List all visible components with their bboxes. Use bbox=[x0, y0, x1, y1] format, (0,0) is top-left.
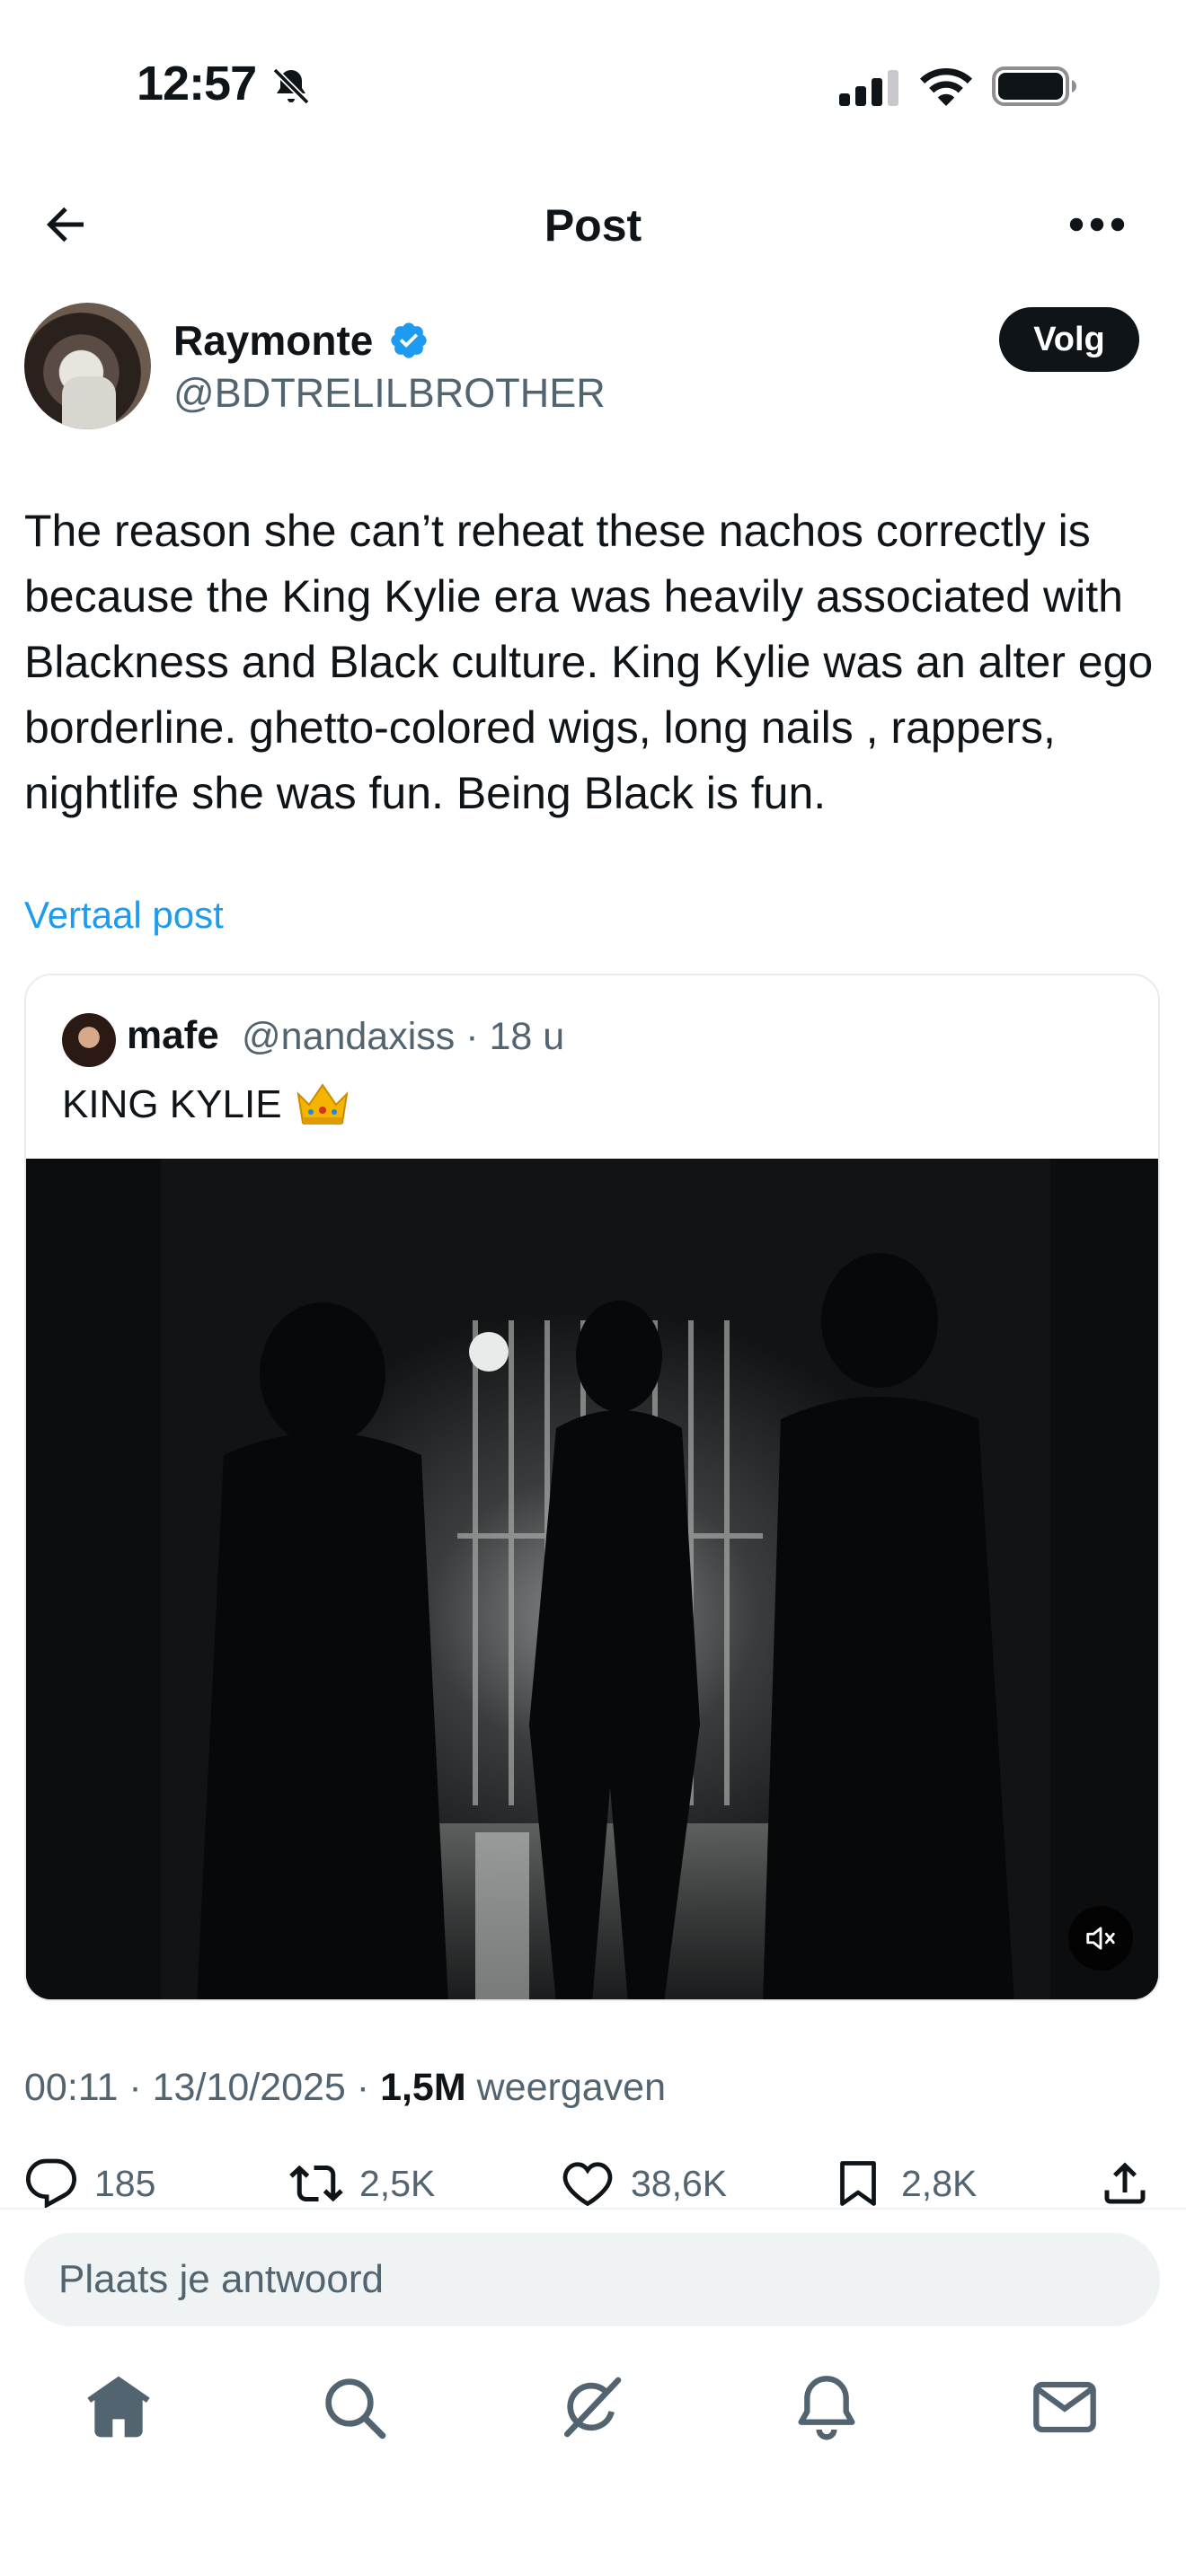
heart-icon bbox=[562, 2162, 613, 2207]
author-name[interactable]: Raymonte bbox=[173, 316, 373, 365]
status-time: 12:57 bbox=[137, 57, 257, 110]
quote-author-name[interactable]: mafe bbox=[127, 1013, 219, 1058]
crown-icon bbox=[296, 1083, 349, 1125]
page-title: Post bbox=[544, 200, 642, 251]
views-count: 1,5M bbox=[380, 2066, 466, 2109]
post-text: The reason she can’t reheat these nachos… bbox=[24, 506, 1154, 818]
quote-handle-time: @nandaxiss · 18 u bbox=[242, 1015, 565, 1058]
volume-muted-icon bbox=[1086, 1927, 1115, 1950]
mail-icon[interactable] bbox=[1029, 2371, 1101, 2443]
follow-button[interactable]: Volg bbox=[999, 307, 1139, 372]
home-icon[interactable] bbox=[83, 2371, 155, 2443]
wifi-icon bbox=[920, 68, 972, 106]
quote-text: KING KYLIE bbox=[62, 1081, 350, 1128]
quote-video[interactable] bbox=[26, 1159, 1158, 1999]
nav-header: Post bbox=[0, 171, 1186, 278]
author-handle[interactable]: @BDTRELILBROTHER bbox=[173, 370, 606, 417]
bookmark-icon bbox=[840, 2161, 876, 2206]
reply-input[interactable] bbox=[24, 2233, 1160, 2326]
share-icon bbox=[1104, 2162, 1146, 2204]
more-horizontal-icon[interactable] bbox=[1069, 207, 1125, 243]
quote-avatar[interactable] bbox=[62, 1013, 116, 1067]
views-label: weergaven bbox=[465, 2066, 666, 2109]
action-bar: 185 2,5K 38,6K 2,8K bbox=[0, 2152, 1186, 2215]
grok-icon[interactable] bbox=[555, 2371, 627, 2443]
repost-count: 2,5K bbox=[359, 2162, 436, 2204]
home-indicator-area bbox=[0, 2479, 1186, 2576]
battery-icon bbox=[992, 66, 1076, 106]
search-icon[interactable] bbox=[318, 2371, 390, 2443]
bookmark-count: 2,8K bbox=[901, 2162, 978, 2204]
verified-badge-icon bbox=[391, 322, 427, 358]
mute-button[interactable] bbox=[1068, 1906, 1133, 1971]
bell-icon[interactable] bbox=[791, 2371, 863, 2443]
status-bar: 12:57 bbox=[0, 0, 1186, 171]
bottom-nav bbox=[0, 2371, 1186, 2461]
post-author: Raymonte @BDTRELILBROTHER Volg bbox=[0, 296, 1186, 440]
bell-slash-icon bbox=[272, 67, 310, 105]
post-timestamp: 00:11 · 13/10/2025 · bbox=[24, 2066, 381, 2109]
translate-post-link[interactable]: Vertaal post bbox=[24, 894, 224, 937]
like-button[interactable]: 38,6K bbox=[561, 2152, 727, 2215]
share-button[interactable] bbox=[1098, 2152, 1152, 2215]
quote-text-label: KING KYLIE bbox=[62, 1082, 282, 1126]
video-thumbnail bbox=[26, 1159, 1158, 1999]
repost-icon bbox=[289, 2165, 343, 2202]
reply-icon bbox=[25, 2158, 77, 2210]
author-avatar[interactable] bbox=[24, 303, 151, 429]
signal-icon bbox=[839, 70, 898, 106]
repost-button[interactable]: 2,5K bbox=[289, 2152, 435, 2215]
bookmark-button[interactable]: 2,8K bbox=[831, 2152, 977, 2215]
quoted-post[interactable]: mafe @nandaxiss · 18 u KING KYLIE bbox=[24, 974, 1160, 2001]
like-count: 38,6K bbox=[631, 2162, 728, 2204]
reply-count: 185 bbox=[94, 2162, 156, 2204]
divider bbox=[0, 2208, 1186, 2210]
reply-button[interactable]: 185 bbox=[24, 2152, 155, 2215]
post-meta: 00:11 · 13/10/2025 · 1,5M weergaven bbox=[24, 2066, 666, 2110]
